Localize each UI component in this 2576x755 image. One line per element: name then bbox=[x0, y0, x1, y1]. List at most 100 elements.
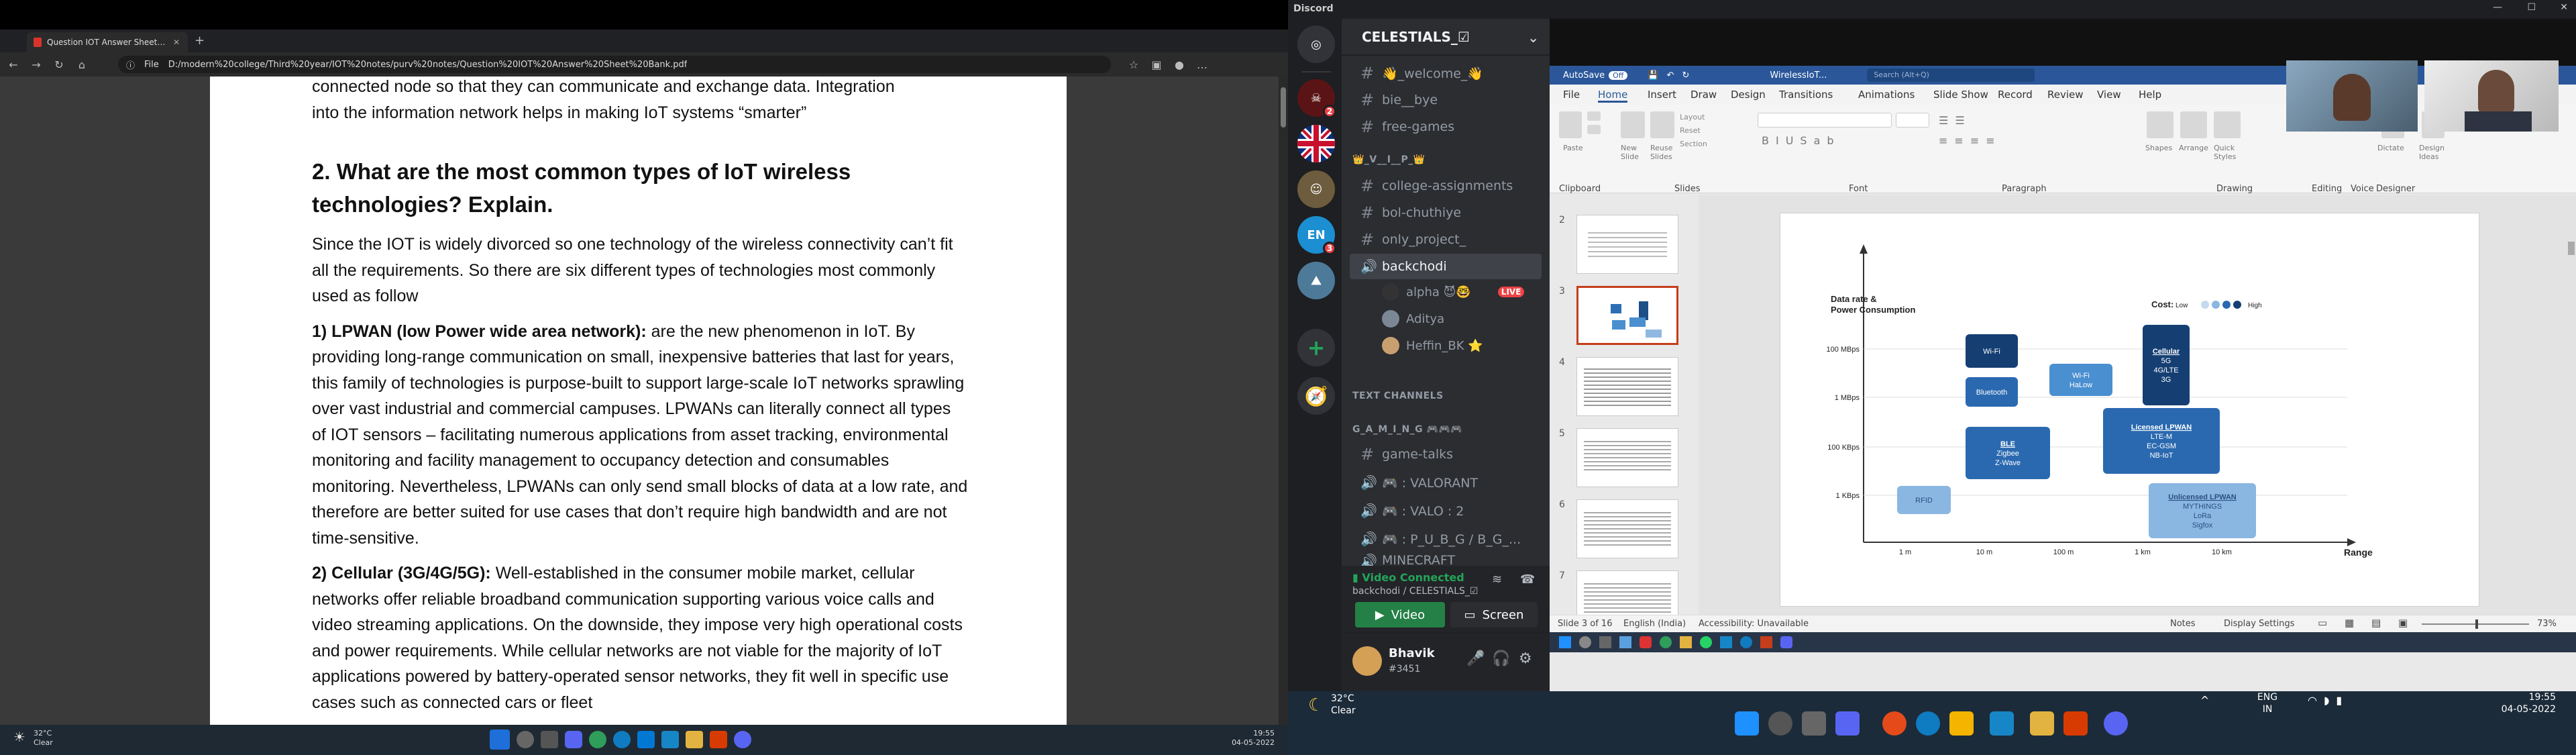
discord-icon[interactable] bbox=[2104, 711, 2128, 736]
quick-styles-icon[interactable] bbox=[2214, 111, 2241, 138]
channel-bie-bye[interactable]: # bie__bye bbox=[1350, 87, 1542, 113]
channel-free-games[interactable]: # free-games bbox=[1350, 114, 1542, 140]
paste-icon[interactable] bbox=[1559, 111, 1582, 138]
accessibility-status[interactable]: Accessibility: Unavailable bbox=[1699, 619, 1809, 629]
autosave-toggle[interactable]: Off bbox=[1609, 70, 1628, 80]
explore-icon[interactable]: 🧭 bbox=[1297, 377, 1335, 415]
slide-thumb-6[interactable] bbox=[1576, 499, 1678, 558]
tab-animations[interactable]: Animations bbox=[1858, 89, 1915, 101]
screen-share-button[interactable]: ▭ Screen bbox=[1450, 602, 1538, 627]
language[interactable]: English (India) bbox=[1623, 619, 1686, 629]
tab-view[interactable]: View bbox=[2097, 89, 2121, 101]
font-format-icons[interactable]: BIUSab bbox=[1762, 134, 1841, 147]
channel-college-assignments[interactable]: # college-assignments bbox=[1350, 173, 1542, 199]
tab-record[interactable]: Record bbox=[1998, 89, 2033, 101]
tab-home[interactable]: Home bbox=[1598, 89, 1628, 103]
voice-channel-valorant[interactable]: 🔊 🎮 : VALORANT bbox=[1350, 470, 1542, 495]
task-view-icon[interactable] bbox=[1802, 711, 1826, 736]
folder-icon[interactable] bbox=[2030, 711, 2054, 736]
display-settings-button[interactable]: Display Settings bbox=[2224, 619, 2294, 629]
chrome-icon[interactable] bbox=[1882, 711, 1907, 736]
guild-landscape-icon[interactable]: ⛰ bbox=[1297, 262, 1335, 299]
list-icons[interactable]: ☰☰ bbox=[1939, 114, 1972, 127]
slide-scroll-thumb[interactable] bbox=[2568, 242, 2575, 255]
chat-icon[interactable] bbox=[1835, 711, 1860, 736]
voice-user-aditya[interactable]: Aditya bbox=[1382, 307, 1444, 330]
tab-review[interactable]: Review bbox=[2047, 89, 2084, 101]
channel-welcome[interactable]: # 👋_welcome_👋 bbox=[1350, 60, 1542, 86]
channel-game-talks[interactable]: # game-talks bbox=[1350, 442, 1542, 467]
settings-gear-icon[interactable]: ⚙ bbox=[1519, 650, 1532, 667]
view-normal-icon[interactable]: ▭ bbox=[2318, 617, 2327, 629]
category-gaming[interactable]: G_A_M_I_N_G 🎮🎮🎮 bbox=[1352, 424, 1462, 435]
weather-widget[interactable]: 32°C Clear bbox=[1331, 693, 1356, 717]
disconnect-icon[interactable]: ☎ bbox=[1520, 572, 1535, 587]
copy-icon[interactable] bbox=[1587, 125, 1601, 134]
layout-label[interactable]: Layout bbox=[1680, 113, 1705, 121]
voice-channel-minecraft[interactable]: 🔊 MINECRAFT bbox=[1350, 553, 1542, 566]
slide-thumb-2[interactable] bbox=[1576, 215, 1678, 274]
tab-draw[interactable]: Draw bbox=[1690, 89, 1717, 101]
voice-location[interactable]: backchodi / CELESTIALS_☑ bbox=[1352, 586, 1478, 597]
office-icon[interactable] bbox=[710, 731, 727, 748]
store-icon[interactable] bbox=[1949, 711, 1974, 736]
headphones-icon[interactable]: 🎧 bbox=[1492, 650, 1510, 667]
search-icon[interactable] bbox=[1768, 711, 1792, 736]
noise-suppression-icon[interactable]: ≋ bbox=[1492, 572, 1502, 587]
file-name[interactable]: WirelessIoT... bbox=[1770, 70, 1827, 81]
arrange-icon[interactable] bbox=[2180, 111, 2207, 138]
reuse-slides-icon[interactable] bbox=[1650, 111, 1674, 138]
tab-file[interactable]: File bbox=[1563, 89, 1580, 101]
new-slide-icon[interactable] bbox=[1621, 111, 1645, 138]
refresh-icon[interactable]: ↻ bbox=[50, 55, 68, 74]
edge-clock[interactable]: 19:55 04-05-2022 bbox=[1232, 729, 1275, 748]
voice-channel-pubg[interactable]: 🔊 🎮 : P_U_B_G / B_G_... bbox=[1350, 526, 1542, 552]
slide-thumb-7[interactable] bbox=[1576, 570, 1678, 615]
zoom-slider-thumb[interactable] bbox=[2475, 619, 2478, 629]
chevron-up-icon[interactable]: ^ bbox=[2200, 694, 2209, 707]
profile-icon[interactable]: ● bbox=[1170, 55, 1189, 74]
zoom-level[interactable]: 73% bbox=[2537, 619, 2557, 629]
font-size-select[interactable] bbox=[1896, 113, 1929, 128]
redo-icon[interactable]: ↻ bbox=[1682, 70, 1689, 81]
cut-icon[interactable] bbox=[1587, 111, 1601, 121]
discord-icon[interactable] bbox=[734, 731, 751, 748]
notes-button[interactable]: Notes bbox=[2170, 619, 2196, 629]
chrome-icon[interactable] bbox=[589, 731, 606, 748]
server-header[interactable]: CELESTIALS_☑ ⌄ bbox=[1342, 19, 1550, 56]
start-icon[interactable] bbox=[490, 729, 510, 750]
reset-label[interactable]: Reset bbox=[1680, 126, 1701, 135]
category-vip[interactable]: 👑_V__I__P_👑 bbox=[1352, 154, 1426, 165]
tray-icons[interactable]: ◠◗▮ bbox=[2308, 694, 2349, 707]
edge-tab-pdf[interactable]: Question IOT Answer Sheet Bank.pdf ✕ bbox=[27, 32, 188, 52]
ppt-search[interactable]: Search (Alt+Q) bbox=[1867, 68, 2035, 82]
minimize-icon[interactable]: — bbox=[2493, 2, 2502, 13]
office-icon[interactable] bbox=[2063, 711, 2088, 736]
edge-weather[interactable]: 32°C Clear bbox=[34, 729, 53, 748]
guild-en-icon[interactable]: EN 3 bbox=[1297, 216, 1336, 255]
menu-icon[interactable]: … bbox=[1193, 55, 1212, 74]
close-icon[interactable]: ✕ bbox=[173, 38, 180, 47]
section-label[interactable]: Section bbox=[1680, 140, 1707, 148]
shapes-icon[interactable] bbox=[2147, 111, 2174, 138]
add-server-icon[interactable]: + bbox=[1297, 329, 1335, 366]
guild-flag-icon[interactable] bbox=[1297, 125, 1335, 162]
zoom-slider[interactable] bbox=[2422, 619, 2529, 629]
back-arrow-icon[interactable]: ← bbox=[4, 55, 23, 74]
search-icon[interactable] bbox=[517, 731, 534, 748]
current-slide[interactable]: Data rate & Power Consumption Range 100 MBp… bbox=[1780, 213, 2479, 607]
folder-icon[interactable] bbox=[686, 731, 703, 748]
voice-user-alpha[interactable]: alpha 😈🤓 LIVE bbox=[1382, 281, 1525, 303]
tab-transitions[interactable]: Transitions bbox=[1779, 89, 1833, 101]
microphone-icon[interactable]: 🎤 bbox=[1466, 650, 1485, 667]
home-icon[interactable]: ⌂ bbox=[72, 55, 91, 74]
system-clock[interactable]: 19:55 04-05-2022 bbox=[2489, 691, 2556, 715]
tab-design[interactable]: Design bbox=[1731, 89, 1766, 101]
save-icon[interactable]: 💾 bbox=[1648, 70, 1658, 81]
task-view-icon[interactable] bbox=[541, 731, 558, 748]
slide-thumb-5[interactable] bbox=[1576, 428, 1678, 487]
favorites-icon[interactable]: ☆ bbox=[1124, 55, 1143, 74]
forward-arrow-icon[interactable]: → bbox=[27, 55, 46, 74]
pdf-scrollbar[interactable] bbox=[1279, 77, 1288, 725]
slide-thumb-4[interactable] bbox=[1576, 357, 1678, 416]
